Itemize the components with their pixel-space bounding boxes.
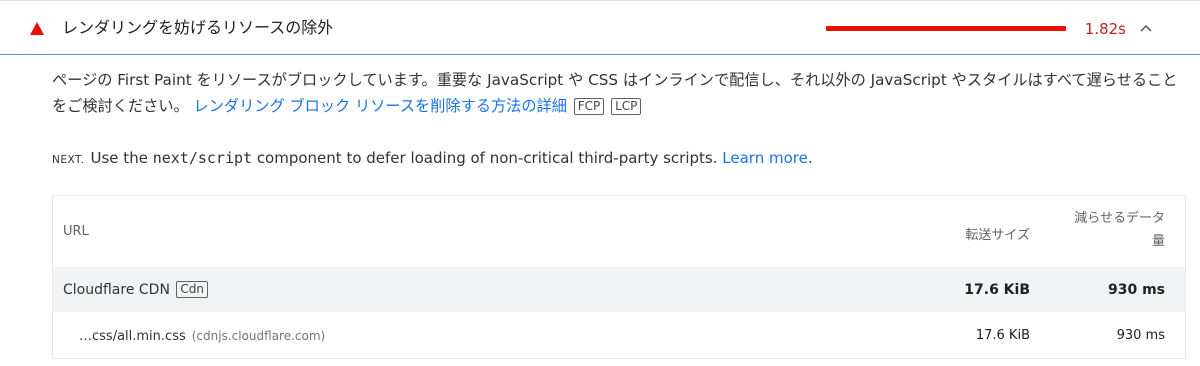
fail-triangle-icon (30, 22, 44, 35)
table-group-row: Cloudflare CDN Cdn 17.6 KiB 930 ms (53, 267, 1185, 312)
group-entity-name: Cloudflare CDN Cdn (63, 280, 208, 300)
resource-transfer-size: 17.6 KiB (975, 328, 1030, 343)
group-wasted-ms: 930 ms (1107, 282, 1165, 298)
resource-file: …css/all.min.css (79, 329, 186, 344)
chevron-up-icon[interactable] (1139, 23, 1153, 33)
column-header-potential-savings-line2: 量 (1151, 234, 1165, 249)
stack-pack-advice: NEXT. Use the next/script component to de… (52, 147, 813, 171)
audit-metric-value: 1.82s (1084, 20, 1126, 38)
stack-pack-period: . (807, 149, 813, 167)
entity-category-badge: Cdn (176, 281, 208, 298)
audit-render-blocking-resources: レンダリングを妨げるリソースの除外 1.82s ページの First Paint… (0, 0, 1200, 366)
stack-pack-code: next/script (152, 149, 253, 167)
audit-description: ページの First Paint をリソースがブロックしています。重要な Jav… (52, 67, 1187, 119)
column-header-potential-savings: 減らせるデータ 量 (1053, 207, 1165, 253)
learn-more-link[interactable]: レンダリング ブロック リソースを削除する方法の詳細 (194, 97, 567, 115)
stack-pack-text-before: Use the (90, 149, 153, 167)
stack-pack-learn-more-link[interactable]: Learn more (722, 149, 808, 167)
metric-tag-fcp: FCP (573, 98, 605, 115)
stack-pack-text-after: component to defer loading of non-critic… (252, 149, 723, 167)
audit-header[interactable]: レンダリングを妨げるリソースの除外 1.82s (0, 1, 1200, 55)
metric-tag-lcp: LCP (611, 98, 642, 115)
resource-url[interactable]: …css/all.min.css (cdnjs.cloudflare.com) (79, 327, 325, 346)
table-row: …css/all.min.css (cdnjs.cloudflare.com) 1… (53, 312, 1185, 358)
metric-bar (826, 26, 1066, 31)
audit-title: レンダリングを妨げるリソースの除外 (62, 18, 334, 37)
group-transfer-size: 17.6 KiB (964, 282, 1030, 298)
column-header-potential-savings-line1: 減らせるデータ (1074, 211, 1165, 226)
resource-wasted-ms: 930 ms (1116, 328, 1165, 343)
entity-name: Cloudflare CDN (63, 282, 170, 298)
resource-table: URL 転送サイズ 減らせるデータ 量 Cloudflare CDN Cdn 1… (52, 195, 1186, 359)
column-header-transfer-size: 転送サイズ (965, 228, 1030, 243)
nextjs-logo-icon: NEXT. (52, 154, 85, 166)
table-header: URL 転送サイズ 減らせるデータ 量 (53, 196, 1185, 267)
resource-domain: (cdnjs.cloudflare.com) (191, 329, 326, 343)
column-header-url: URL (63, 224, 89, 239)
